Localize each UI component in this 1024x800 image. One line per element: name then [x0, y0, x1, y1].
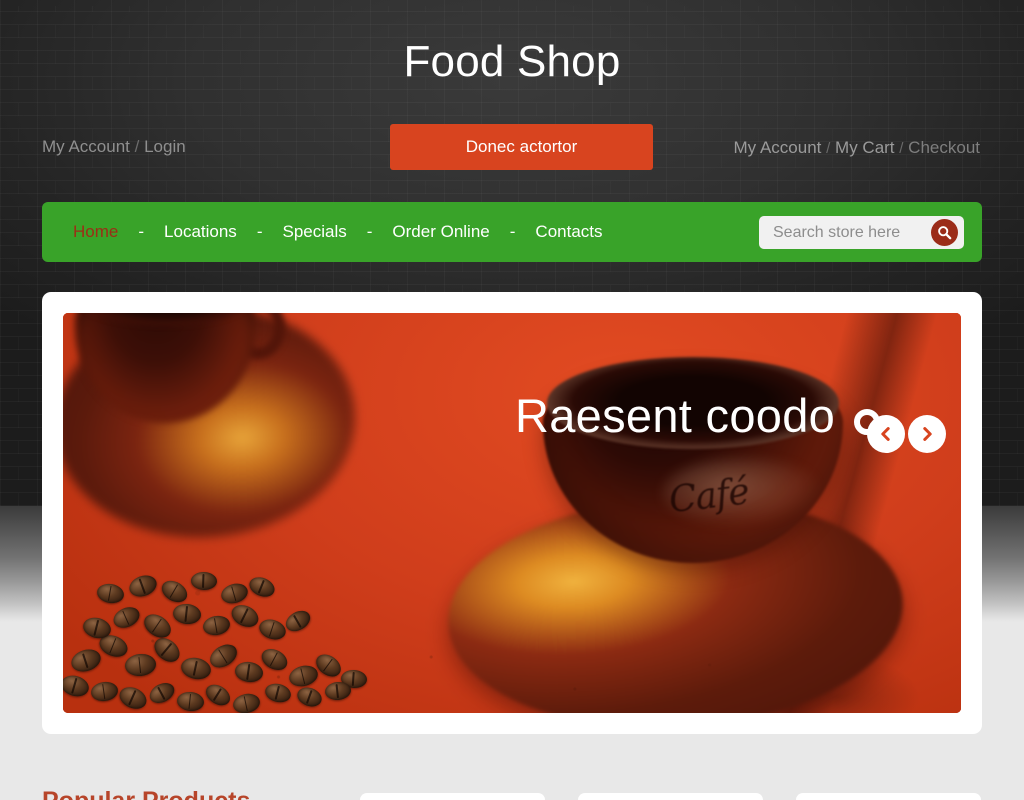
nav-item-specials[interactable]: Specials [282, 202, 346, 262]
nav-separator-2: - [256, 222, 263, 241]
coffee-bean [282, 606, 314, 636]
coffee-bean [96, 631, 131, 661]
coffee-bean [231, 691, 262, 713]
page-root: Food Shop My Account / Login Donec actor… [0, 0, 1024, 800]
coffee-bean [63, 672, 92, 700]
product-card[interactable] [796, 793, 981, 800]
coffee-bean [116, 683, 150, 713]
donec-actortor-button[interactable]: Donec actortor [390, 124, 653, 170]
back-saucer [63, 313, 363, 548]
coffee-bean [68, 645, 104, 676]
coffee-bean [110, 603, 143, 632]
coffee-bean [123, 652, 158, 678]
coffee-bean [218, 580, 251, 607]
coffee-bean [258, 644, 291, 675]
coffee-bean [179, 655, 213, 682]
coffee-bean [172, 602, 202, 626]
back-cup [75, 313, 255, 423]
coffee-bean [80, 614, 114, 642]
coffee-bean [95, 581, 126, 606]
chevron-left-icon [881, 427, 890, 441]
front-saucer-inner [518, 525, 836, 675]
nav-link-list: Home - Locations - Specials - Order Onli… [73, 202, 603, 262]
product-card[interactable] [360, 793, 545, 800]
front-saucer [442, 486, 909, 713]
coffee-bean [263, 681, 293, 705]
chevron-right-icon [923, 427, 932, 441]
coffee-bean [139, 609, 176, 643]
account-left-separator: / [134, 137, 140, 156]
cafe-script-label: Café [666, 471, 751, 522]
coffee-bean [287, 662, 320, 690]
nav-separator-4: - [509, 222, 516, 241]
account-links-left: My Account / Login [42, 136, 186, 158]
nav-separator-3: - [366, 222, 373, 241]
account-right-separator-2: / [899, 140, 904, 157]
nav-item-locations[interactable]: Locations [164, 202, 237, 262]
coffee-bean [256, 616, 289, 643]
coffee-bean [149, 633, 185, 667]
coffee-bean [146, 678, 178, 708]
coffee-bean [176, 690, 205, 713]
coffee-bean [158, 576, 191, 607]
coffee-bean [205, 639, 242, 673]
site-title: Food Shop [403, 37, 621, 86]
coffee-bean [202, 680, 234, 710]
coffee-photo: Café [63, 313, 961, 713]
slider-prev-button[interactable] [867, 415, 905, 453]
nav-item-contacts[interactable]: Contacts [535, 202, 602, 262]
coffee-bean [294, 684, 325, 710]
coffee-bean [340, 669, 368, 689]
coffee-bean [233, 660, 265, 684]
slider-caption: Raesent coodo [515, 389, 836, 442]
product-card[interactable] [578, 793, 763, 800]
popular-products-heading: Popular Products [42, 786, 250, 800]
checkout-link[interactable]: Checkout [908, 138, 980, 157]
nav-separator-1: - [138, 222, 145, 241]
nav-item-order-online[interactable]: Order Online [392, 202, 489, 262]
coffee-bean [246, 573, 278, 601]
slider-card: Café Raesent coodo [42, 292, 982, 734]
search-icon [938, 226, 952, 240]
search-button[interactable] [931, 219, 958, 246]
coffee-bean [201, 613, 232, 638]
search-box [759, 216, 964, 249]
slider-slide[interactable]: Café Raesent coodo [63, 313, 961, 713]
login-link[interactable]: Login [144, 137, 186, 156]
account-right-separator-1: / [826, 140, 831, 157]
my-account-link[interactable]: My Account [42, 137, 130, 156]
coffee-bean [311, 649, 346, 682]
coffee-bean [228, 600, 262, 632]
coffee-beans-pile [63, 558, 383, 713]
my-account-link-right[interactable]: My Account [734, 138, 822, 157]
coffee-bean [126, 571, 160, 601]
back-cup-handle [231, 313, 285, 359]
main-navigation-bar: Home - Locations - Specials - Order Onli… [42, 202, 982, 262]
coffee-bean [190, 571, 218, 591]
back-cup-rim [77, 313, 253, 325]
coffee-bean [89, 680, 120, 703]
nav-item-home[interactable]: Home [73, 202, 118, 262]
slider-next-button[interactable] [908, 415, 946, 453]
search-input[interactable] [773, 216, 921, 249]
coffee-bean [324, 680, 352, 702]
account-links-right: My Account / My Cart / Checkout [734, 137, 980, 160]
my-cart-link[interactable]: My Cart [835, 138, 895, 157]
front-cup-gloss [663, 458, 823, 528]
